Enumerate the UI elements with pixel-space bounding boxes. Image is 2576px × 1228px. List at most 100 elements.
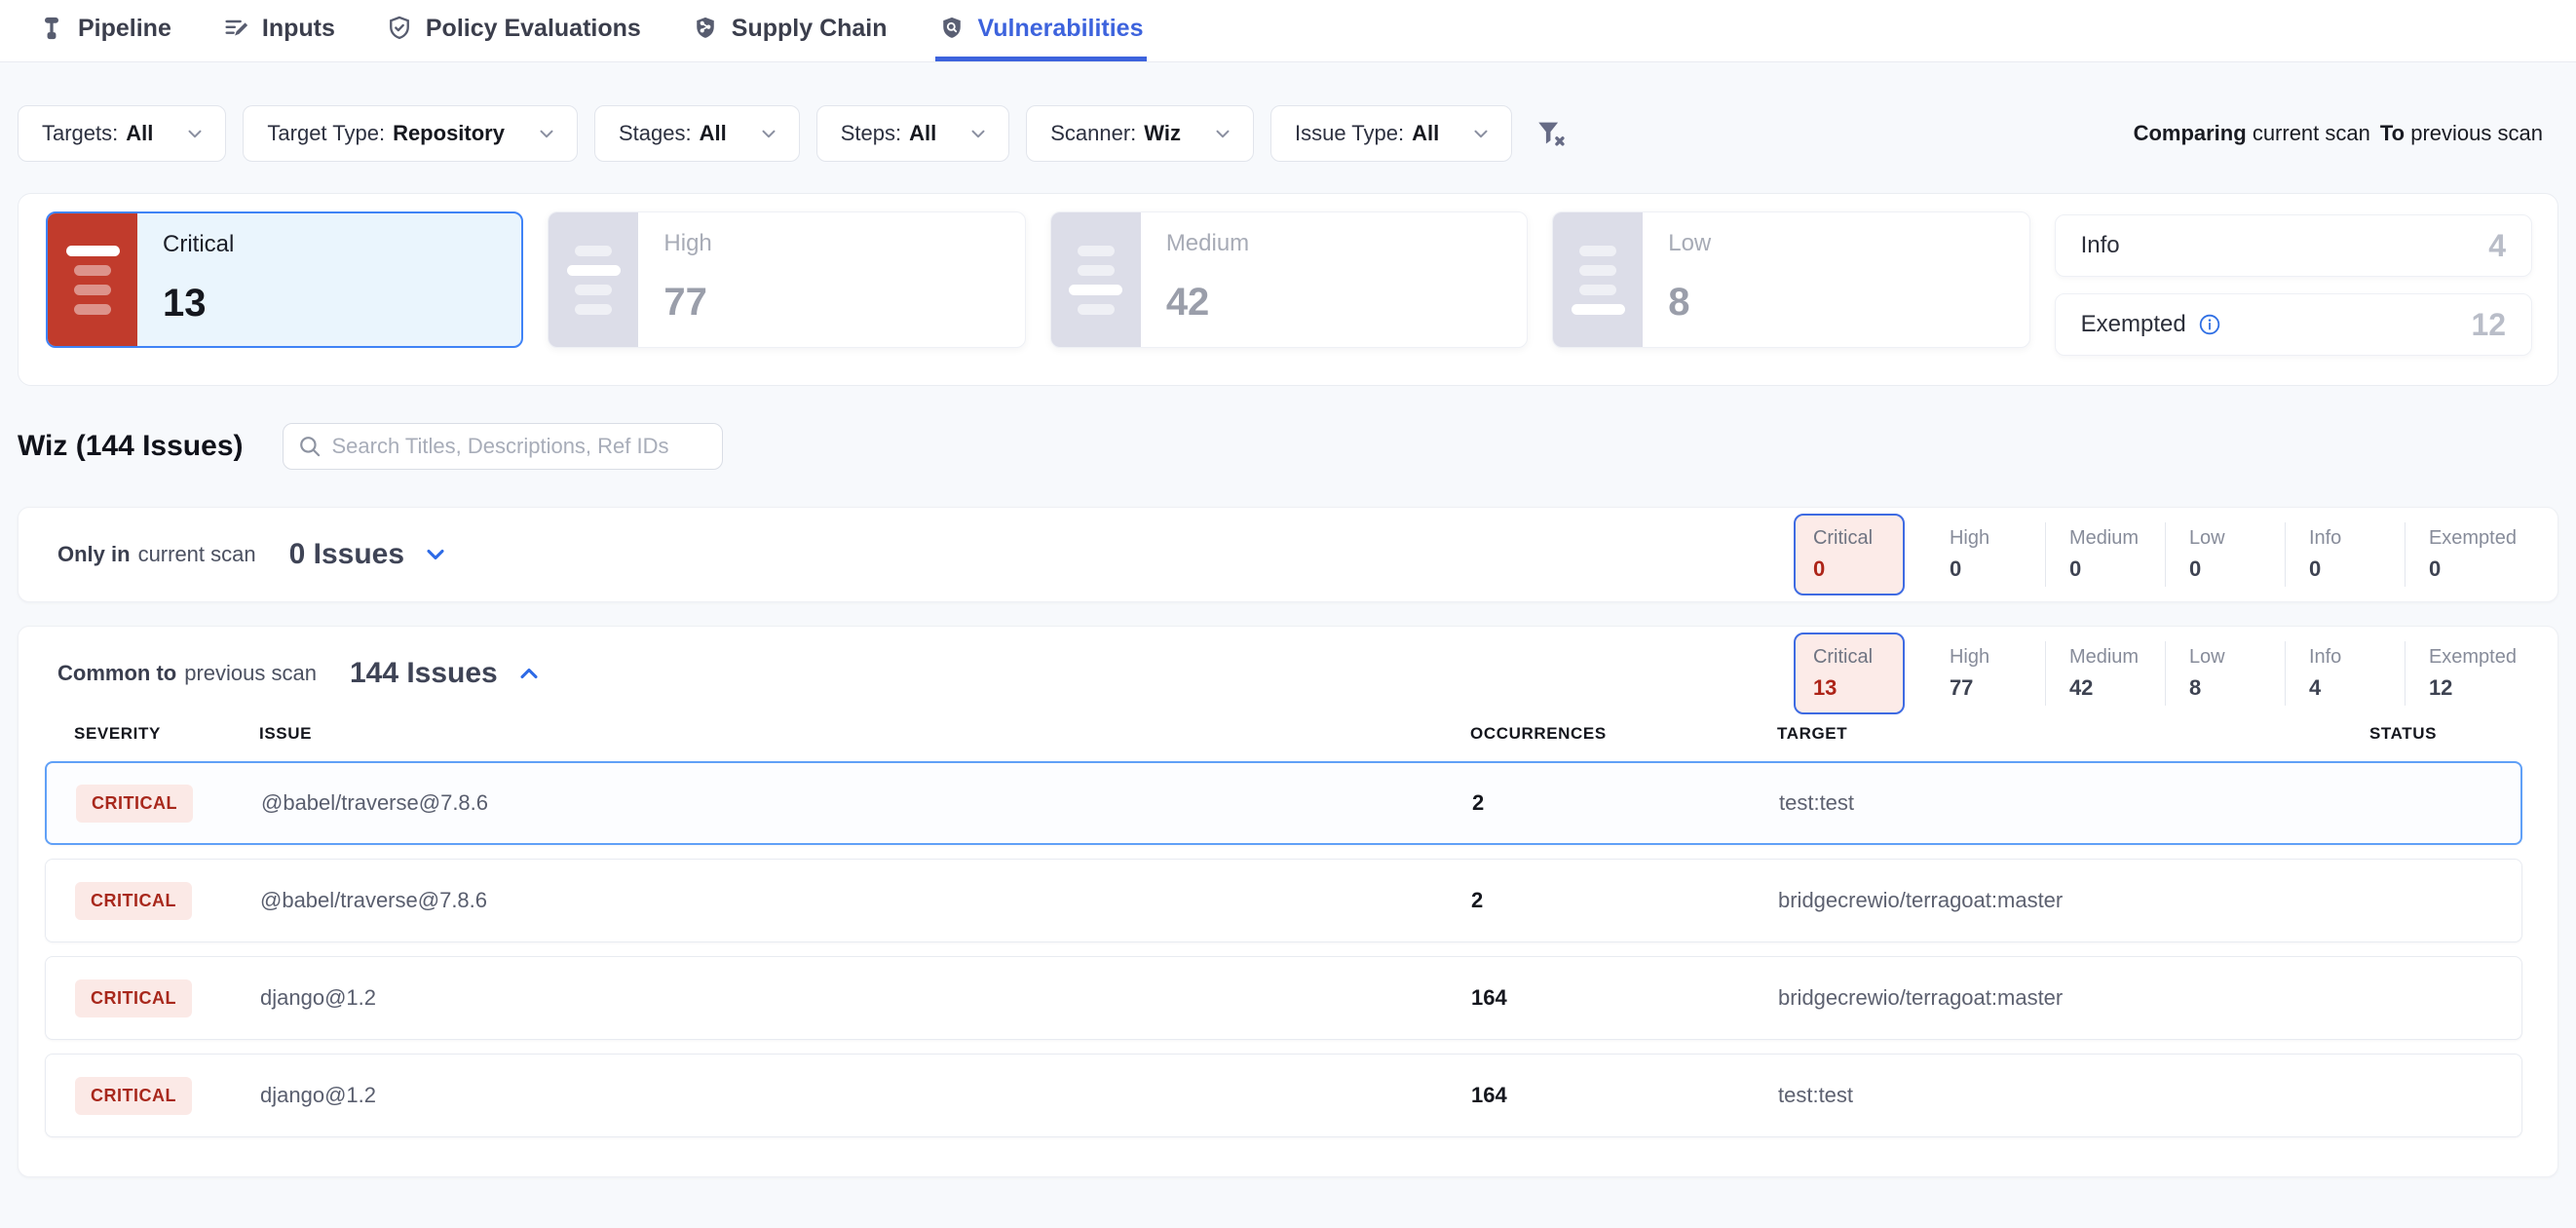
severity-card-info[interactable]: Info4	[2055, 214, 2532, 277]
tab-inputs[interactable]: Inputs	[219, 0, 338, 61]
chip-value: 4	[2309, 675, 2381, 701]
chip-value: 0	[2309, 556, 2381, 582]
table-row[interactable]: CRITICAL django@1.2 164 test:test	[45, 1054, 2522, 1137]
top-nav: Pipeline Inputs Policy Evaluations Supply C…	[0, 0, 2576, 62]
chip-divider	[2405, 641, 2406, 706]
chip-medium[interactable]: Medium 42	[2050, 633, 2161, 714]
filter-stages[interactable]: Stages:All	[594, 105, 800, 162]
chip-high[interactable]: High77	[1930, 633, 2041, 714]
chip-label: Critical	[1813, 527, 1885, 550]
inputs-icon	[222, 15, 249, 42]
scanner-title: Wiz (144 Issues)	[18, 430, 244, 463]
filter-bar: Targets:All Target Type:Repository Stages:…	[0, 62, 2576, 193]
severity-card-critical[interactable]: Critical 13	[46, 211, 523, 348]
severity-card-count: 42	[1166, 281, 1249, 325]
target-cell: test:test	[1778, 1083, 2285, 1108]
only-in-current-scan-section: Only in current scan 0 Issues Critical0H…	[18, 507, 2558, 602]
severity-level-icon	[549, 212, 638, 347]
scanner-summary: Wiz (144 Issues)	[18, 423, 2558, 470]
chip-info[interactable]: Info 4	[2290, 633, 2401, 714]
side-severity-cards: Info4 Exempted12	[2055, 211, 2532, 356]
table-row[interactable]: CRITICAL @babel/traverse@7.8.6 2 test:te…	[45, 761, 2522, 845]
severity-level-icon	[48, 213, 137, 346]
filter-target-type[interactable]: Target Type:Repository	[243, 105, 578, 162]
search-input[interactable]	[332, 434, 708, 459]
tab-vulnerabilities[interactable]: Vulnerabilities	[935, 0, 1147, 61]
filter-value: All	[909, 121, 936, 146]
chip-critical[interactable]: Critical0	[1794, 514, 1905, 595]
chip-label: Medium	[2069, 646, 2141, 669]
filter-targets[interactable]: Targets:All	[18, 105, 226, 162]
severity-badge: CRITICAL	[75, 882, 192, 920]
tab-policy-evaluations[interactable]: Policy Evaluations	[383, 0, 644, 61]
chip-exempted[interactable]: Exempted0	[2409, 514, 2536, 595]
info-icon[interactable]	[2198, 313, 2221, 336]
section-label: previous scan	[184, 661, 317, 686]
table-row[interactable]: CRITICAL @babel/traverse@7.8.6 2 bridgec…	[45, 859, 2522, 942]
severity-card-high[interactable]: High 77	[548, 211, 1025, 348]
chip-low[interactable]: Low 8	[2170, 633, 2281, 714]
filter-value: Wiz	[1144, 121, 1181, 146]
chip-label: Critical	[1813, 646, 1885, 669]
occurrences-cell: 2	[1472, 790, 1779, 816]
column-header-target: TARGET	[1777, 724, 2284, 744]
issue-cell: django@1.2	[260, 1083, 1471, 1108]
chip-divider	[2045, 522, 2046, 587]
chevron-down-icon[interactable]	[422, 541, 449, 568]
severity-card-count: 4	[2488, 228, 2506, 264]
target-cell: test:test	[1779, 790, 2286, 816]
severity-chips: Critical13 High77 Medium 42 Low 8 Info 4 Exempte…	[1794, 633, 2536, 714]
chevron-down-icon	[967, 123, 989, 144]
chip-label: Low	[2189, 527, 2261, 550]
severity-card-count: 13	[163, 282, 234, 326]
chip-divider	[2285, 641, 2286, 706]
common-to-previous-scan-header: Common to previous scan 144 Issues Criti…	[19, 627, 2557, 720]
filter-scanner[interactable]: Scanner:Wiz	[1026, 105, 1254, 162]
section-label-bold: Only in	[57, 542, 131, 567]
tab-label: Supply Chain	[732, 15, 888, 43]
chip-exempted[interactable]: Exempted12	[2409, 633, 2536, 714]
severity-card-count: 12	[2471, 307, 2506, 343]
issue-cell: @babel/traverse@7.8.6	[260, 888, 1471, 913]
chip-high[interactable]: High0	[1930, 514, 2041, 595]
chip-divider	[2285, 522, 2286, 587]
table-row[interactable]: CRITICAL django@1.2 164 bridgecrewio/ter…	[45, 956, 2522, 1040]
chip-low[interactable]: Low 0	[2170, 514, 2281, 595]
filter-issue-type[interactable]: Issue Type:All	[1270, 105, 1512, 162]
chip-info[interactable]: Info0	[2290, 514, 2401, 595]
severity-card-low[interactable]: Low 8	[1552, 211, 2029, 348]
tab-label: Pipeline	[78, 15, 171, 43]
filter-steps[interactable]: Steps:All	[816, 105, 1010, 162]
severity-level-icon	[1051, 212, 1141, 347]
chip-label: Info	[2309, 646, 2381, 669]
supply-chain-icon	[692, 15, 719, 42]
severity-card-count: 8	[1668, 281, 1711, 325]
target-cell: bridgecrewio/terragoat:master	[1778, 985, 2285, 1011]
chip-label: Low	[2189, 646, 2261, 669]
chip-medium[interactable]: Medium0	[2050, 514, 2161, 595]
chip-critical[interactable]: Critical13	[1794, 633, 1905, 714]
chip-value: 0	[2069, 556, 2141, 582]
chip-value: 42	[2069, 675, 2141, 701]
chevron-down-icon	[536, 123, 557, 144]
severity-card-exempted[interactable]: Exempted12	[2055, 293, 2532, 356]
filter-value: Repository	[393, 121, 505, 146]
chip-divider	[2045, 641, 2046, 706]
chevron-down-icon	[1470, 123, 1492, 144]
occurrences-cell: 164	[1471, 985, 1778, 1011]
tab-label: Inputs	[262, 15, 335, 43]
filter-dropdowns: Targets:All Target Type:Repository Stages:…	[18, 105, 1512, 162]
chevron-up-icon[interactable]	[515, 660, 543, 687]
column-header-occurrences: OCCURRENCES	[1470, 724, 1777, 744]
severity-card-label: Low	[1668, 230, 1711, 257]
tab-supply-chain[interactable]: Supply Chain	[689, 0, 890, 61]
tab-pipeline[interactable]: Pipeline	[35, 0, 174, 61]
issue-cell: @babel/traverse@7.8.6	[261, 790, 1472, 816]
section-label-bold: Common to	[57, 661, 176, 686]
chip-value: 12	[2429, 675, 2517, 701]
chip-value: 0	[2189, 556, 2261, 582]
chip-value: 8	[2189, 675, 2261, 701]
severity-card-count: 77	[663, 281, 711, 325]
clear-filters-icon[interactable]	[1534, 117, 1568, 150]
severity-card-medium[interactable]: Medium 42	[1050, 211, 1528, 348]
